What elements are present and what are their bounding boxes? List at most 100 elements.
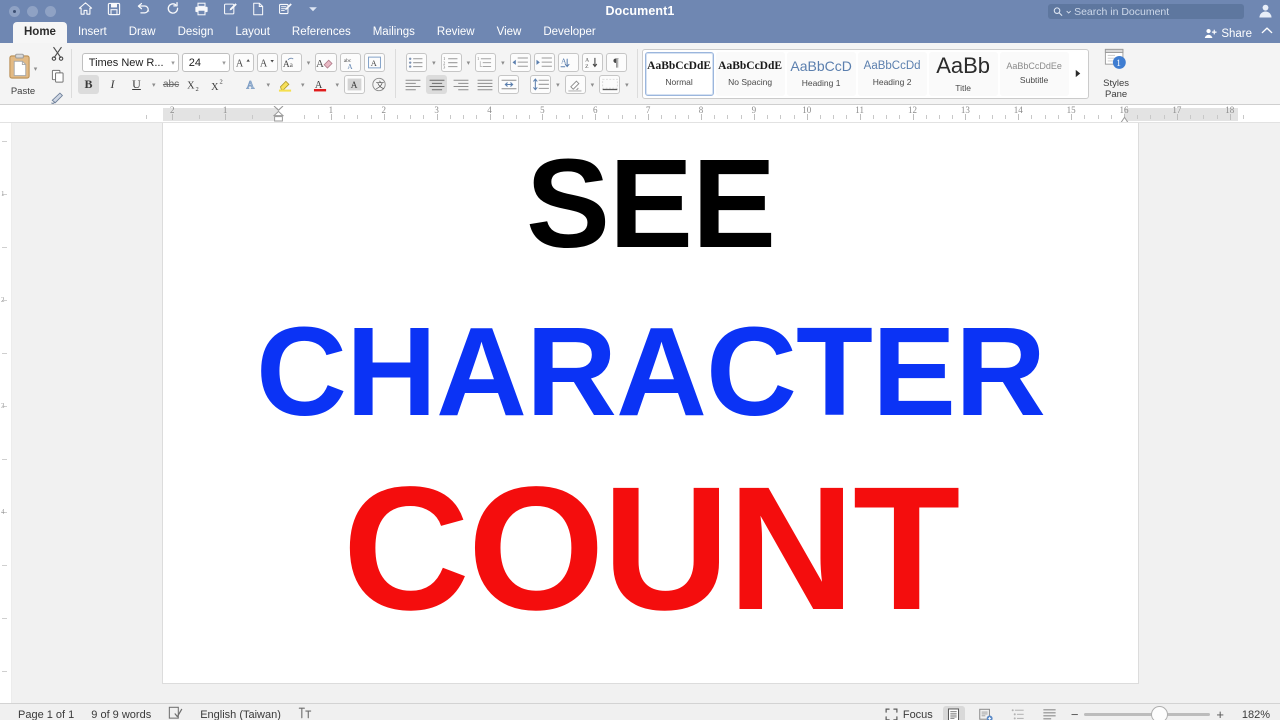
tab-layout[interactable]: Layout: [224, 22, 281, 43]
style-title[interactable]: AaBb Title: [928, 51, 998, 96]
change-case-dropdown-icon[interactable]: ▾: [305, 59, 313, 67]
markup-icon[interactable]: [223, 2, 238, 21]
highlight-dropdown-icon[interactable]: ▾: [299, 81, 307, 89]
change-case-button[interactable]: Aa: [280, 53, 302, 72]
document-page[interactable]: SEE CHARACTER COUNT: [163, 123, 1138, 683]
text-border-button[interactable]: A: [364, 53, 386, 72]
styles-pane-button[interactable]: 1 Styles Pane: [1089, 48, 1141, 100]
track-changes-icon[interactable]: [298, 706, 312, 720]
paste-icon[interactable]: [7, 53, 32, 85]
character-shading-button[interactable]: A: [344, 75, 366, 94]
underline-dropdown-icon[interactable]: ▾: [150, 81, 158, 89]
customize-toolbar-icon[interactable]: [307, 2, 319, 20]
line-spacing-button[interactable]: [530, 75, 552, 94]
view-print-layout-button[interactable]: [942, 706, 965, 720]
shading-button[interactable]: [564, 75, 586, 94]
save-icon[interactable]: [107, 2, 121, 21]
font-name-combo[interactable]: Times New R... ▾: [81, 53, 179, 72]
line-spacing-dropdown-icon[interactable]: ▾: [554, 81, 562, 89]
view-draft-button[interactable]: [1039, 706, 1061, 720]
style-heading-2[interactable]: AaBbCcDd Heading 2: [857, 51, 927, 96]
document-canvas[interactable]: SEE CHARACTER COUNT: [12, 123, 1280, 703]
tab-insert[interactable]: Insert: [67, 22, 118, 43]
grow-font-button[interactable]: A: [232, 53, 254, 72]
tab-references[interactable]: References: [281, 22, 362, 43]
tab-review[interactable]: Review: [426, 22, 486, 43]
style-no-spacing[interactable]: AaBbCcDdE No Spacing: [715, 51, 785, 96]
bold-button[interactable]: B: [78, 75, 99, 94]
view-web-layout-button[interactable]: [975, 706, 997, 720]
undo-icon[interactable]: [135, 2, 152, 21]
cut-icon[interactable]: [50, 46, 65, 66]
maximize-button[interactable]: [45, 5, 56, 17]
align-right-button[interactable]: [450, 75, 471, 94]
increase-indent-button[interactable]: [533, 53, 555, 72]
redo-icon[interactable]: [166, 1, 180, 21]
close-button[interactable]: [9, 5, 20, 17]
zoom-slider[interactable]: − +: [1071, 707, 1224, 720]
edit-document-icon[interactable]: [278, 2, 293, 21]
strikethrough-button[interactable]: abc: [161, 75, 182, 94]
tab-design[interactable]: Design: [167, 22, 225, 43]
copy-icon[interactable]: [51, 69, 65, 88]
focus-button[interactable]: Focus: [885, 708, 933, 720]
bullets-button[interactable]: [406, 53, 428, 72]
share-button[interactable]: Share: [1204, 27, 1252, 40]
sort-az-button[interactable]: AZ: [581, 53, 603, 72]
spelling-button[interactable]: abc A: [340, 53, 362, 72]
zoom-level[interactable]: 182%: [1234, 709, 1270, 720]
minimize-button[interactable]: [27, 5, 38, 17]
paste-dropdown-icon[interactable]: ▾: [32, 65, 40, 73]
style-subtitle[interactable]: AaBbCcDdEe Subtitle: [999, 51, 1069, 96]
character-border-button[interactable]: 文: [368, 75, 389, 94]
bullets-dropdown-icon[interactable]: ▾: [430, 59, 438, 67]
align-left-button[interactable]: [402, 75, 423, 94]
horizontal-ruler[interactable]: 2 1 1 2 3 4 5 6 7 8 9 10 11 12 13 14 15 16 17 18: [0, 105, 1280, 123]
borders-dropdown-icon[interactable]: ▾: [623, 81, 631, 89]
style-normal[interactable]: AaBbCcDdE Normal: [644, 51, 714, 96]
italic-button[interactable]: I: [102, 75, 123, 94]
proofing-icon[interactable]: [168, 706, 183, 720]
underline-button[interactable]: U: [126, 75, 147, 94]
view-outline-button[interactable]: [1007, 706, 1029, 720]
left-indent-marker[interactable]: [272, 105, 285, 122]
style-heading-1[interactable]: AaBbCcD Heading 1: [786, 51, 856, 96]
search-input[interactable]: [1074, 5, 1239, 18]
home-icon[interactable]: [78, 1, 93, 21]
print-icon[interactable]: [194, 2, 209, 21]
columns-button[interactable]: [498, 75, 520, 94]
styles-more-button[interactable]: [1071, 52, 1086, 96]
highlight-color-button[interactable]: [275, 75, 296, 94]
zoom-track[interactable]: [1084, 707, 1211, 720]
tab-view[interactable]: View: [486, 22, 533, 43]
account-avatar-icon[interactable]: [1257, 2, 1274, 24]
borders-button[interactable]: [599, 75, 621, 94]
chevron-down-icon[interactable]: ▾: [169, 59, 175, 67]
collapse-ribbon-icon[interactable]: [1261, 22, 1273, 40]
search-box[interactable]: [1048, 4, 1244, 19]
font-size-combo[interactable]: 24 ▾: [181, 53, 230, 72]
multilevel-dropdown-icon[interactable]: ▾: [499, 59, 507, 67]
text-effects-dropdown-icon[interactable]: ▾: [265, 81, 273, 89]
text-effects-button[interactable]: A: [241, 75, 262, 94]
font-color-dropdown-icon[interactable]: ▾: [334, 81, 342, 89]
align-center-button[interactable]: [426, 75, 448, 94]
justify-button[interactable]: [474, 75, 495, 94]
zoom-in-button[interactable]: +: [1216, 707, 1224, 720]
language-label[interactable]: English (Taiwan): [200, 709, 281, 720]
tab-developer[interactable]: Developer: [532, 22, 606, 43]
numbering-button[interactable]: 123: [440, 53, 462, 72]
zoom-knob[interactable]: [1152, 707, 1168, 720]
right-indent-marker[interactable]: [1119, 112, 1130, 122]
new-document-icon[interactable]: [252, 2, 264, 21]
document-line-1[interactable]: SEE: [163, 141, 1138, 267]
decrease-indent-button[interactable]: [509, 53, 531, 72]
multilevel-list-button[interactable]: 1: [475, 53, 497, 72]
show-formatting-marks-button[interactable]: ¶: [605, 53, 627, 72]
document-line-2[interactable]: CHARACTER: [163, 309, 1138, 435]
shading-dropdown-icon[interactable]: ▾: [589, 81, 597, 89]
tab-mailings[interactable]: Mailings: [362, 22, 426, 43]
word-count[interactable]: 9 of 9 words: [91, 709, 151, 720]
sort-button[interactable]: A: [557, 53, 579, 72]
shrink-font-button[interactable]: A: [256, 53, 278, 72]
